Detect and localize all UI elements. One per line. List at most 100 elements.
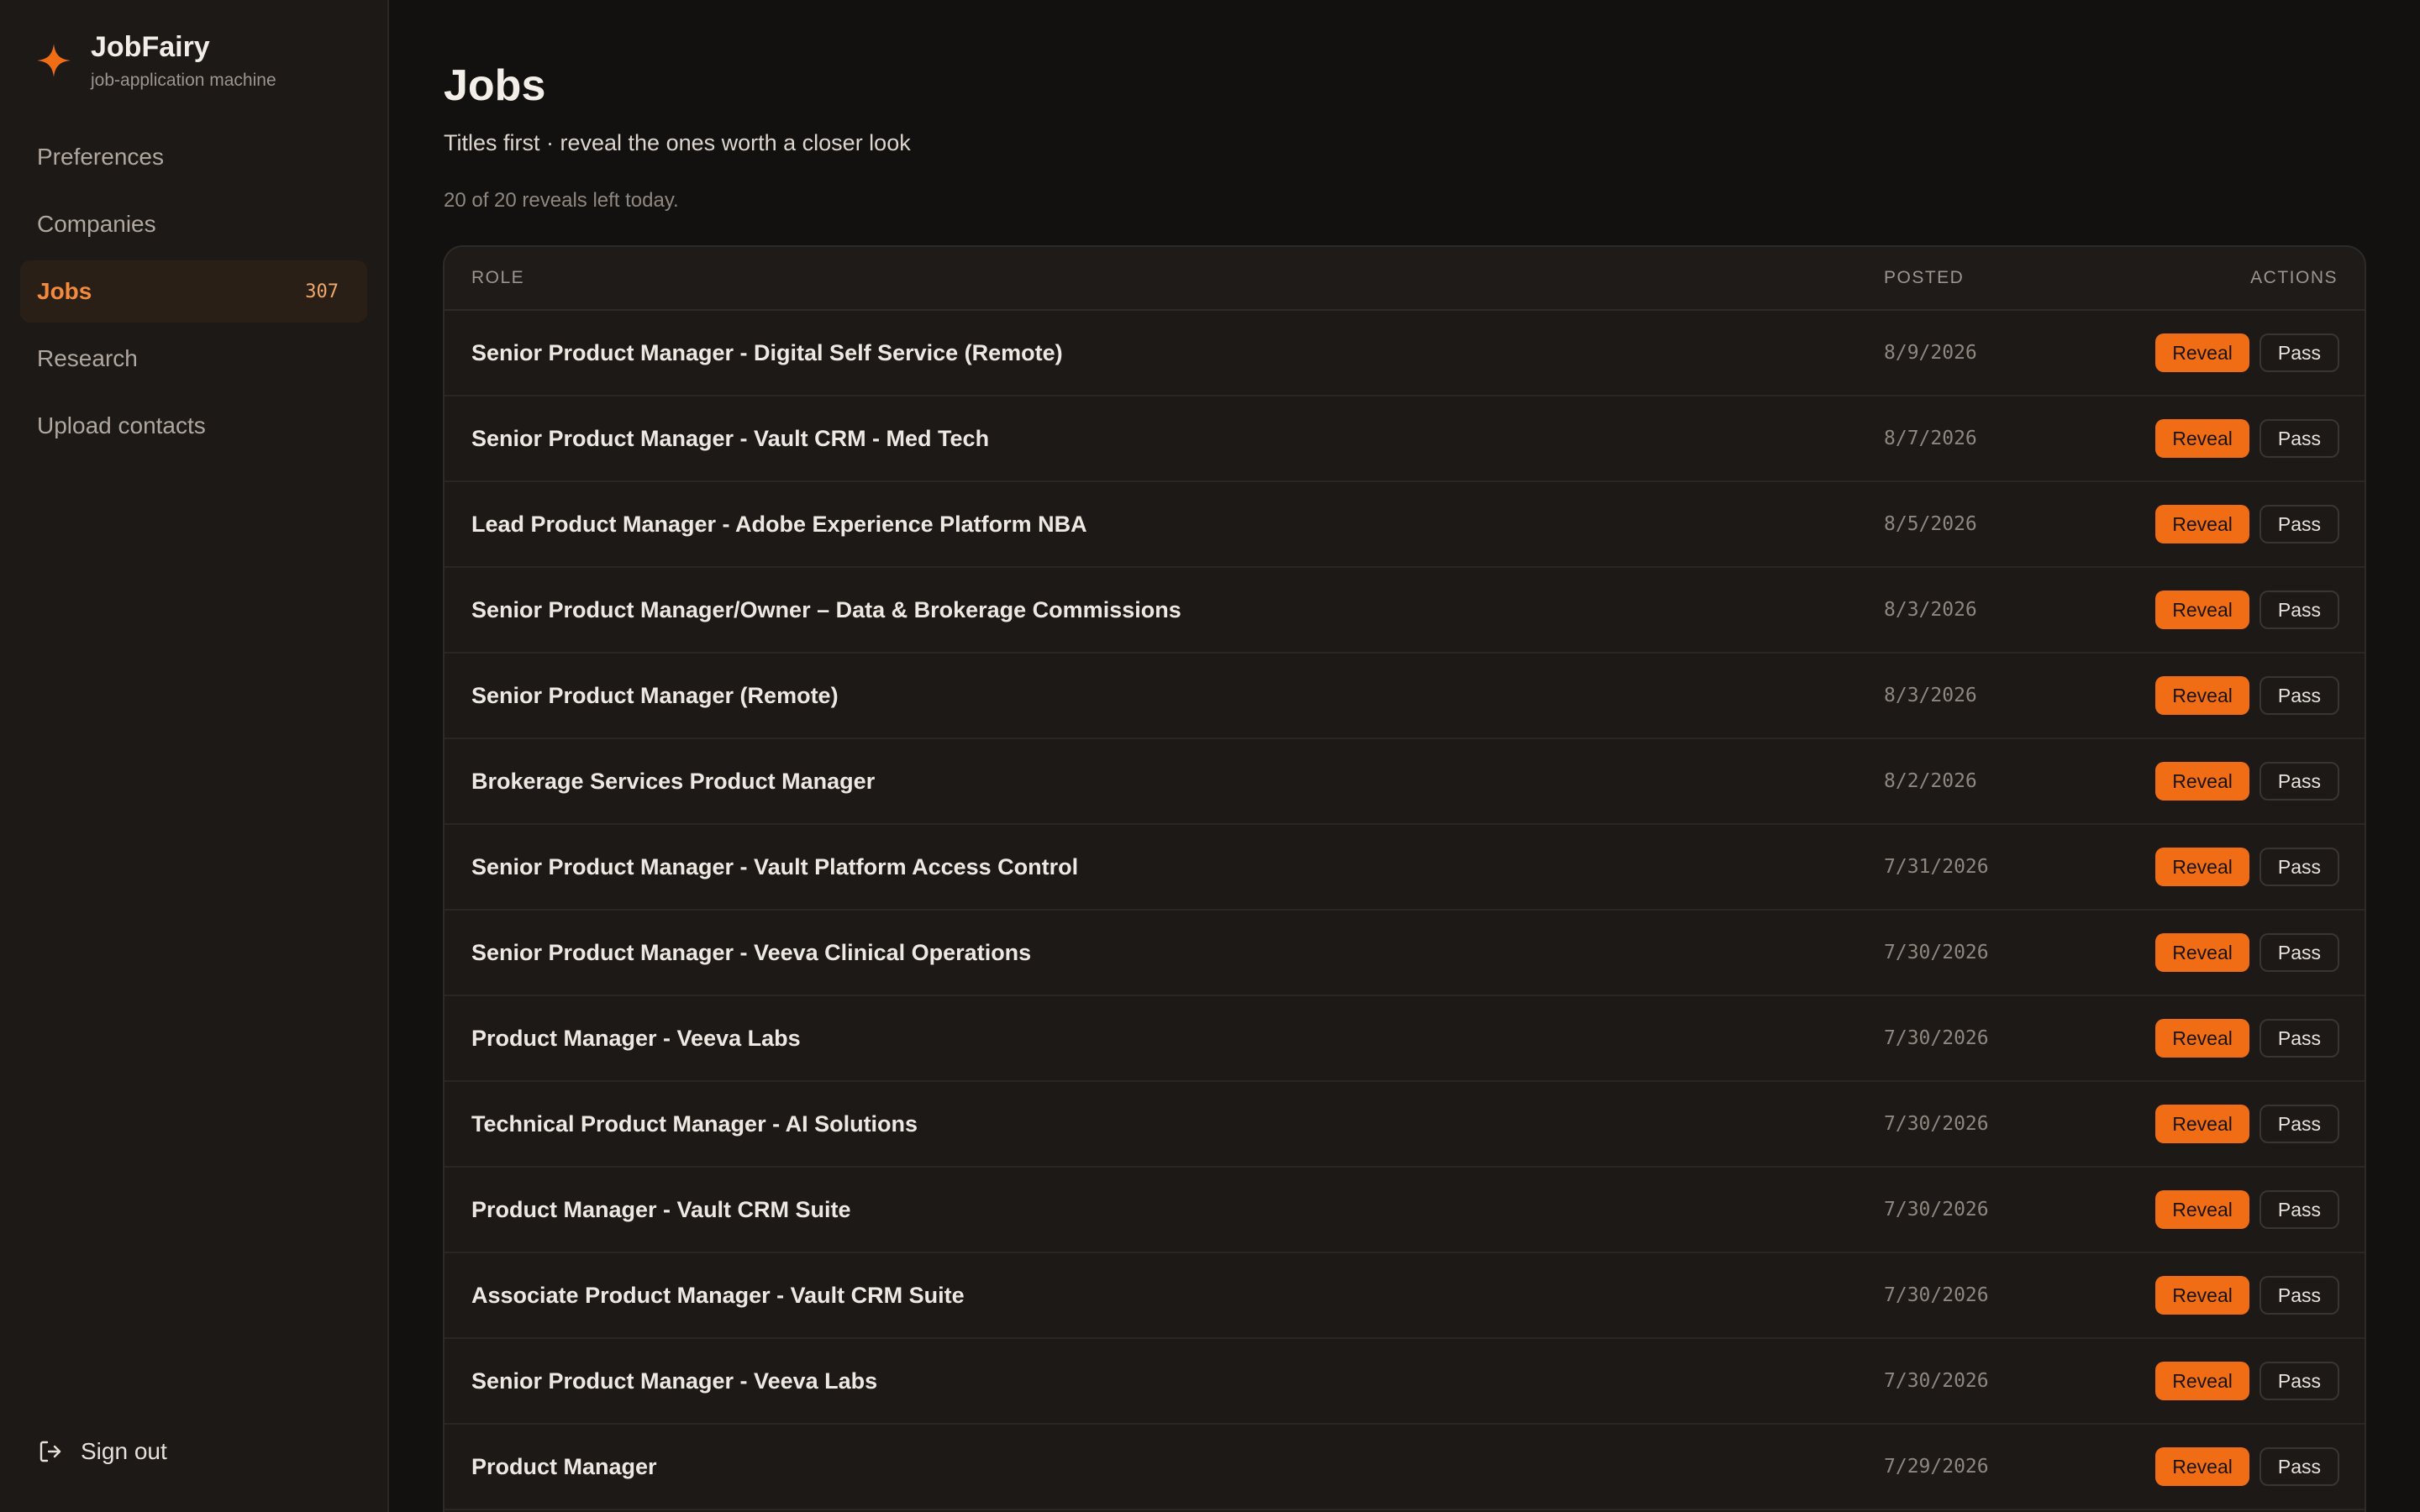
job-role-title: Senior Product Manager - Digital Self Se… xyxy=(471,340,1063,365)
jobs-table: ROLE POSTED ACTIONS Senior Product Manag… xyxy=(443,245,2366,1512)
sidebar-item-jobs[interactable]: Jobs 307 xyxy=(20,260,367,323)
reveal-button[interactable]: Reveal xyxy=(2155,762,2249,801)
job-posted-date: 7/29/2026 xyxy=(1884,1456,1989,1478)
reveal-button[interactable]: Reveal xyxy=(2155,1190,2249,1229)
job-posted-date: 8/2/2026 xyxy=(1884,770,1977,792)
job-posted-date: 7/30/2026 xyxy=(1884,1113,1989,1135)
table-row: Senior Product Manager - Veeva Clinical … xyxy=(445,911,2365,996)
job-posted-date: 7/30/2026 xyxy=(1884,1370,1989,1392)
pass-button[interactable]: Pass xyxy=(2259,1276,2339,1315)
row-actions: Reveal Pass xyxy=(2155,933,2339,972)
job-posted-date: 7/30/2026 xyxy=(1884,1027,1989,1049)
job-role-title: Brokerage Services Product Manager xyxy=(471,769,876,794)
pass-button[interactable]: Pass xyxy=(2259,933,2339,972)
table-row: Product Manager - Veeva Labs 7/30/2026 Rev… xyxy=(445,996,2365,1082)
reveal-button[interactable]: Reveal xyxy=(2155,1447,2249,1486)
job-role-title: Senior Product Manager - Vault CRM - Med… xyxy=(471,426,990,451)
job-posted-date: 8/3/2026 xyxy=(1884,599,1977,621)
row-actions: Reveal Pass xyxy=(2155,419,2339,458)
reveals-left-status: 20 of 20 reveals left today. xyxy=(444,189,679,212)
pass-button[interactable]: Pass xyxy=(2259,419,2339,458)
table-row: Senior Product Manager - Vault CRM - Med… xyxy=(445,396,2365,482)
row-actions: Reveal Pass xyxy=(2155,1447,2339,1486)
job-posted-date: 8/7/2026 xyxy=(1884,428,1977,449)
job-role-title: Senior Product Manager - Vault Platform … xyxy=(471,854,1079,879)
reveal-button[interactable]: Reveal xyxy=(2155,333,2249,372)
brand: JobFairy job-application machine xyxy=(37,30,276,91)
table-row: Associate Product Manager - Vault CRM Su… xyxy=(445,1253,2365,1339)
reveal-button[interactable]: Reveal xyxy=(2155,1276,2249,1315)
row-actions: Reveal Pass xyxy=(2155,505,2339,543)
reveal-button[interactable]: Reveal xyxy=(2155,1105,2249,1143)
job-role-title: Associate Product Manager - Vault CRM Su… xyxy=(471,1283,965,1308)
row-actions: Reveal Pass xyxy=(2155,848,2339,886)
reveal-button[interactable]: Reveal xyxy=(2155,1362,2249,1400)
reveal-button[interactable]: Reveal xyxy=(2155,419,2249,458)
job-posted-date: 8/5/2026 xyxy=(1884,513,1977,535)
job-role-title: Senior Product Manager - Veeva Clinical … xyxy=(471,940,1032,965)
sidebar-item-upload-contacts[interactable]: Upload contacts xyxy=(20,395,367,457)
job-role-title: Senior Product Manager (Remote) xyxy=(471,683,839,708)
sidebar-item-preferences[interactable]: Preferences xyxy=(20,126,367,188)
row-actions: Reveal Pass xyxy=(2155,1105,2339,1143)
reveal-button[interactable]: Reveal xyxy=(2155,933,2249,972)
table-row: Technical Product Manager - AI Solutions… xyxy=(445,1082,2365,1168)
row-actions: Reveal Pass xyxy=(2155,1362,2339,1400)
sign-out-label: Sign out xyxy=(81,1438,167,1464)
reveal-button[interactable]: Reveal xyxy=(2155,676,2249,715)
reveal-button[interactable]: Reveal xyxy=(2155,1019,2249,1058)
job-posted-date: 7/30/2026 xyxy=(1884,942,1989,963)
brand-name: JobFairy xyxy=(91,31,210,63)
reveal-button[interactable]: Reveal xyxy=(2155,848,2249,886)
table-header: ROLE POSTED ACTIONS xyxy=(445,247,2365,311)
sidebar-item-companies[interactable]: Companies xyxy=(20,193,367,255)
sidebar: JobFairy job-application machine Prefere… xyxy=(0,0,389,1512)
row-actions: Reveal Pass xyxy=(2155,333,2339,372)
table-row: Senior Product Manager - Digital Self Se… xyxy=(445,311,2365,396)
table-row: Brokerage Services Product Manager 8/2/20… xyxy=(445,739,2365,825)
main-content: Jobs Titles first · reveal the ones wort… xyxy=(389,0,2420,1512)
row-actions: Reveal Pass xyxy=(2155,1190,2339,1229)
pass-button[interactable]: Pass xyxy=(2259,1190,2339,1229)
pass-button[interactable]: Pass xyxy=(2259,505,2339,543)
job-role-title: Product Manager - Veeva Labs xyxy=(471,1026,801,1051)
app-shell: JobFairy job-application machine Prefere… xyxy=(0,0,2420,1512)
pass-button[interactable]: Pass xyxy=(2259,676,2339,715)
job-role-title: Senior Product Manager - Veeva Labs xyxy=(471,1368,878,1394)
pass-button[interactable]: Pass xyxy=(2259,848,2339,886)
sidebar-item-label: Research xyxy=(37,345,138,371)
job-role-title: Technical Product Manager - AI Solutions xyxy=(471,1111,918,1137)
sparkle-icon xyxy=(37,44,71,77)
job-posted-date: 7/30/2026 xyxy=(1884,1199,1989,1221)
sidebar-nav: Preferences Companies Jobs 307 Research … xyxy=(20,126,367,462)
job-role-title: Product Manager xyxy=(471,1454,657,1479)
job-posted-date: 7/31/2026 xyxy=(1884,856,1989,878)
job-posted-date: 8/9/2026 xyxy=(1884,342,1977,364)
pass-button[interactable]: Pass xyxy=(2259,1362,2339,1400)
sidebar-item-research[interactable]: Research xyxy=(20,328,367,390)
job-role-title: Lead Product Manager - Adobe Experience … xyxy=(471,512,1087,537)
table-row: Senior Product Manager/Owner – Data & Br… xyxy=(445,568,2365,654)
row-actions: Reveal Pass xyxy=(2155,1019,2339,1058)
pass-button[interactable]: Pass xyxy=(2259,1447,2339,1486)
reveal-button[interactable]: Reveal xyxy=(2155,591,2249,629)
pass-button[interactable]: Pass xyxy=(2259,333,2339,372)
pass-button[interactable]: Pass xyxy=(2259,762,2339,801)
row-actions: Reveal Pass xyxy=(2155,591,2339,629)
table-body: Senior Product Manager - Digital Self Se… xyxy=(445,311,2365,1510)
sidebar-item-label: Preferences xyxy=(37,144,164,170)
pass-button[interactable]: Pass xyxy=(2259,1019,2339,1058)
table-row: Senior Product Manager - Veeva Labs 7/30/… xyxy=(445,1339,2365,1425)
sign-out-icon xyxy=(37,1438,64,1465)
sign-out-button[interactable]: Sign out xyxy=(37,1438,167,1465)
job-posted-date: 8/3/2026 xyxy=(1884,685,1977,706)
table-row: Product Manager 7/29/2026 Reveal Pass xyxy=(445,1425,2365,1510)
row-actions: Reveal Pass xyxy=(2155,762,2339,801)
column-header-role: ROLE xyxy=(471,268,525,287)
reveal-button[interactable]: Reveal xyxy=(2155,505,2249,543)
table-row: Product Manager - Vault CRM Suite 7/30/20… xyxy=(445,1168,2365,1253)
pass-button[interactable]: Pass xyxy=(2259,1105,2339,1143)
sidebar-item-label: Companies xyxy=(37,211,156,237)
pass-button[interactable]: Pass xyxy=(2259,591,2339,629)
page-subtitle: Titles first · reveal the ones worth a c… xyxy=(444,130,911,155)
